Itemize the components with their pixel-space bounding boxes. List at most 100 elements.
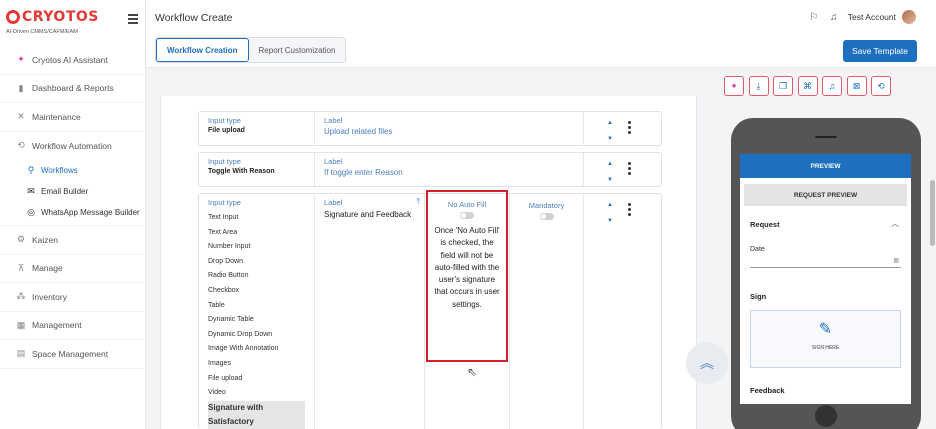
- sidebar-item-dashboard[interactable]: ▮ Dashboard & Reports: [0, 75, 146, 103]
- cart-icon: ⊼: [17, 262, 25, 273]
- bell-icon[interactable]: ♫: [828, 11, 840, 23]
- download-icon[interactable]: ⤓: [748, 76, 769, 96]
- phone-screen: PREVIEW REQUEST PREVIEW Request ︿ Date ▦…: [740, 154, 911, 404]
- no-auto-fill-toggle[interactable]: [460, 212, 474, 219]
- sidebar-item-ai-assistant[interactable]: ✦ Cryotos AI Assistant: [0, 46, 146, 75]
- input-type-option[interactable]: Dynamic Drop Down: [208, 328, 308, 343]
- input-type-option[interactable]: File upload: [208, 372, 308, 387]
- sidebar-item-inventory[interactable]: ⁂ Inventory: [0, 283, 146, 312]
- reorder-arrows-icon[interactable]: ▲ ▼: [606, 201, 614, 225]
- sidebar-item-workflow-automation[interactable]: ⟲ Workflow Automation: [0, 132, 146, 161]
- input-type-caption: Input type: [208, 198, 241, 207]
- mouse-cursor-icon: ⇖: [467, 365, 478, 379]
- upload-icon[interactable]: ⤒: [416, 197, 420, 207]
- header-user-area: ⚐ ♫ Test Account: [800, 10, 916, 24]
- logo-mark-icon: [6, 10, 20, 24]
- input-type-option[interactable]: Radio Button: [208, 269, 308, 284]
- input-type-option[interactable]: Text Input: [208, 211, 308, 226]
- input-type-option[interactable]: Number Input: [208, 240, 308, 255]
- request-preview-button[interactable]: REQUEST PREVIEW: [744, 184, 907, 206]
- sidebar-item-label: Maintenance: [32, 111, 81, 122]
- input-type-caption: Input type: [208, 116, 241, 125]
- input-type-value[interactable]: File upload: [208, 127, 308, 134]
- sidebar-subitem-email-builder[interactable]: ✉ Email Builder: [0, 181, 146, 202]
- date-label: Date: [750, 246, 765, 253]
- chevron-up-icon[interactable]: ︿: [891, 218, 899, 229]
- kebab-menu-icon[interactable]: [628, 162, 631, 177]
- sidebar-item-label: Cryotos AI Assistant: [32, 54, 108, 65]
- save-template-button[interactable]: Save Template: [843, 40, 917, 62]
- field-card-toggle-with-reason[interactable]: Input type Toggle With Reason Label If t…: [198, 152, 662, 187]
- hamburger-menu-icon[interactable]: [128, 14, 138, 24]
- input-type-option-selected[interactable]: Signature with Satisfactory: [208, 400, 305, 429]
- sign-section-header: Sign: [740, 290, 911, 302]
- flow-map-icon[interactable]: ⌘: [797, 76, 818, 96]
- label-column: Label If toggle enter Reason: [314, 153, 424, 186]
- sidebar-item-kaizen[interactable]: ⚙ Kaizen: [0, 226, 146, 255]
- reorder-arrows-icon[interactable]: ▲ ▼: [606, 160, 614, 184]
- input-type-option[interactable]: Table: [208, 299, 308, 314]
- sidebar-item-label: Management: [32, 320, 82, 331]
- no-auto-fill-highlight: No Auto Fill Once 'No Auto Fill' is chec…: [426, 190, 508, 362]
- copy-icon[interactable]: ❐: [773, 76, 793, 96]
- disable-icon[interactable]: ⊠: [846, 76, 867, 96]
- sidebar-subitem-workflows[interactable]: ⚲ Workflows: [0, 160, 146, 181]
- sidebar-item-space-management[interactable]: ▤ Space Management: [0, 340, 146, 369]
- date-field[interactable]: Date ▦: [750, 244, 901, 268]
- reorder-arrows-icon[interactable]: ▲ ▼: [606, 119, 614, 143]
- history-icon[interactable]: ⟲: [871, 76, 891, 96]
- input-type-option[interactable]: Image With Annotation: [208, 342, 308, 357]
- input-type-value[interactable]: Toggle With Reason: [208, 168, 308, 175]
- request-section-header[interactable]: Request ︿: [740, 218, 911, 230]
- bell-outline-icon[interactable]: ♫: [822, 76, 842, 96]
- gear-icon: ⚙: [16, 234, 26, 245]
- sidebar-subitem-whatsapp-builder[interactable]: ◎ WhatsApp Message Builder: [0, 202, 146, 223]
- sidebar-item-manage[interactable]: ⊼ Manage: [0, 255, 146, 283]
- sidebar-item-label: Kaizen: [32, 234, 58, 245]
- mandatory-toggle[interactable]: [539, 213, 554, 220]
- kebab-menu-icon[interactable]: [628, 121, 631, 136]
- page-title: Workflow Create: [155, 12, 233, 24]
- logo[interactable]: CRYOTOS AI-Driven CMMS/CAFM/EAM: [6, 6, 116, 40]
- feedback-section-title: Feedback: [750, 386, 785, 395]
- sidebar-item-label: Space Management: [32, 348, 109, 359]
- mandatory-label: Mandatory: [528, 201, 565, 210]
- input-type-option[interactable]: Checkbox: [208, 284, 308, 299]
- flag-icon[interactable]: ⚐: [808, 11, 820, 23]
- label-value[interactable]: If toggle enter Reason: [324, 168, 424, 177]
- bar-chart-icon: ▮: [18, 82, 24, 93]
- signature-pen-icon: ✎: [818, 321, 833, 338]
- ai-sparkle-icon[interactable]: ✦: [724, 76, 744, 96]
- label-value[interactable]: Signature and Feedback: [324, 210, 424, 219]
- input-type-option[interactable]: Video: [208, 386, 308, 401]
- user-name[interactable]: Test Account: [848, 12, 896, 22]
- sidebar-subitem-label: Email Builder: [41, 187, 89, 196]
- tab-workflow-creation[interactable]: Workflow Creation: [156, 38, 249, 62]
- input-type-column: Input type Text Input Text Area Number I…: [208, 198, 308, 429]
- sidebar-item-label: Workflow Automation: [32, 140, 112, 151]
- field-card-file-upload[interactable]: Input type File upload Label Upload rela…: [198, 111, 662, 146]
- sign-here-label: SIGN HERE: [811, 345, 840, 351]
- sidebar-group-workflow: ⟲ Workflow Automation ⚲ Workflows ✉ Emai…: [0, 132, 146, 226]
- input-type-option[interactable]: Text Area: [208, 226, 308, 241]
- sidebar-subitem-label: Workflows: [41, 166, 78, 175]
- kebab-menu-icon[interactable]: [628, 203, 631, 218]
- double-chevron-up-icon: ︽: [700, 355, 714, 371]
- feedback-section-header: Feedback: [740, 384, 911, 396]
- avatar[interactable]: [902, 10, 916, 24]
- input-type-option[interactable]: Images: [208, 357, 308, 372]
- page-scrollbar[interactable]: [930, 180, 935, 246]
- sidebar: CRYOTOS AI-Driven CMMS/CAFM/EAM ✦ Cryoto…: [0, 0, 146, 429]
- label-value[interactable]: Upload related files: [324, 127, 424, 136]
- scroll-to-top-button[interactable]: ︽: [686, 342, 728, 384]
- sign-section-title: Sign: [750, 292, 767, 301]
- signature-pad[interactable]: ✎ SIGN HERE: [750, 310, 901, 368]
- sidebar-item-management[interactable]: ▦ Management: [0, 312, 146, 340]
- tab-report-customization[interactable]: Report Customization: [248, 38, 346, 62]
- sparkle-icon: ✦: [17, 54, 25, 65]
- sidebar-item-maintenance[interactable]: ✕ Maintenance: [0, 103, 146, 132]
- sidebar-nav: ✦ Cryotos AI Assistant ▮ Dashboard & Rep…: [0, 46, 146, 369]
- calendar-icon[interactable]: ▦: [893, 257, 899, 264]
- input-type-option[interactable]: Drop Down: [208, 255, 308, 270]
- input-type-option[interactable]: Dynamic Table: [208, 313, 308, 328]
